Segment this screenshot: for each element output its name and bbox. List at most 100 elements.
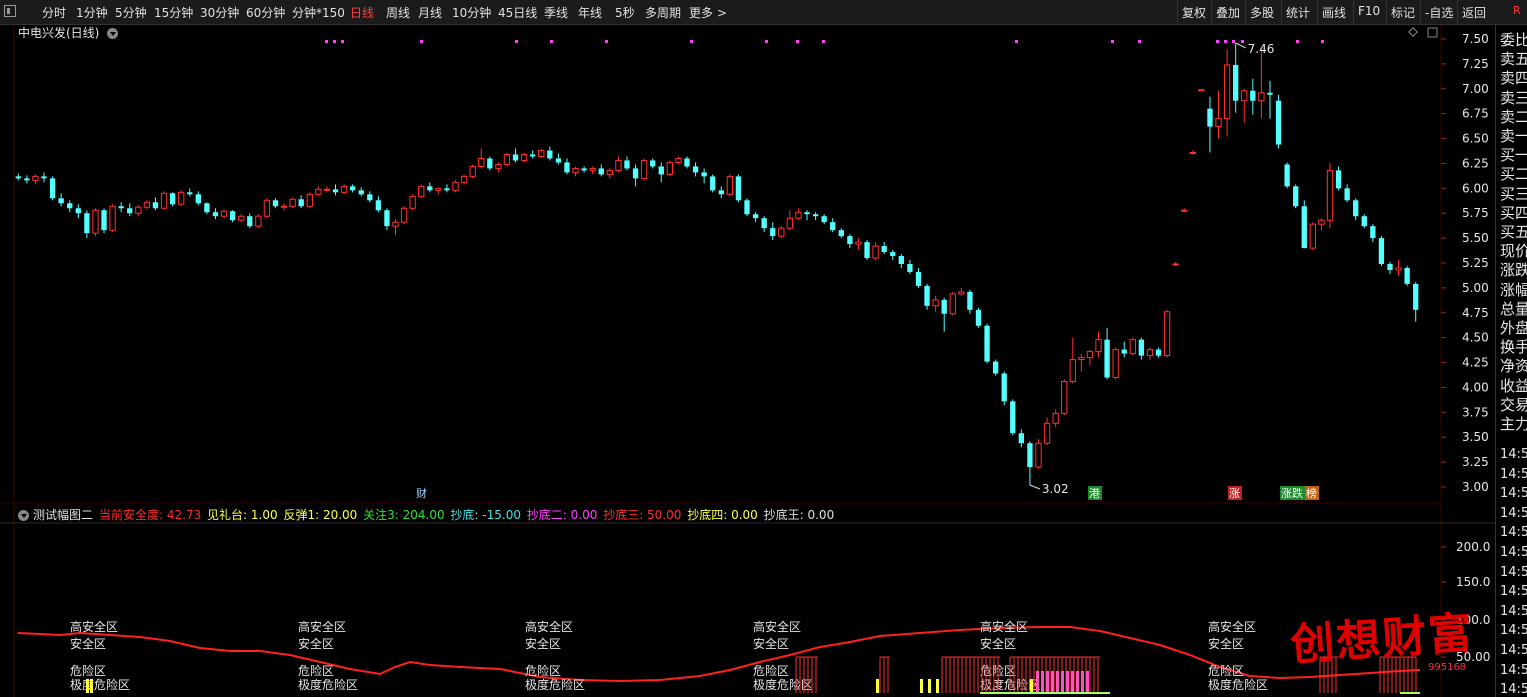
toolbar-separator xyxy=(1177,0,1178,24)
period-tab-11[interactable]: 45日线 xyxy=(498,4,537,21)
period-tab-13[interactable]: 年线 xyxy=(578,4,602,21)
candle-body-down xyxy=(247,216,253,227)
candle-body-down xyxy=(298,199,304,207)
tick-time-12: 14:5 xyxy=(1500,682,1527,697)
toolbar-button-0[interactable]: 复权 xyxy=(1182,4,1206,21)
signal-dot xyxy=(420,40,423,43)
candle-body-down xyxy=(367,194,373,201)
signal-dot xyxy=(1138,40,1141,43)
y-tick-label: 3.75 xyxy=(1462,405,1489,419)
candle-body-up xyxy=(615,159,622,171)
period-tab-3[interactable]: 15分钟 xyxy=(154,4,193,21)
candle-body-down xyxy=(349,186,356,191)
indicator-menu-icon[interactable] xyxy=(18,510,29,521)
signal-dot xyxy=(1015,40,1018,43)
signal-dot xyxy=(1241,40,1244,43)
candle-body-down xyxy=(487,158,493,169)
candle-body-up xyxy=(640,159,648,179)
toolbar-button-1[interactable]: 叠加 xyxy=(1216,4,1240,21)
window-icon[interactable] xyxy=(1427,27,1438,38)
candle-body-up xyxy=(1395,267,1402,271)
tick-time-7: 14:5 xyxy=(1500,584,1527,600)
period-tab-9[interactable]: 月线 xyxy=(418,4,442,21)
y-tick-label: 3.25 xyxy=(1462,455,1489,469)
period-tab-4[interactable]: 30分钟 xyxy=(200,4,239,21)
candle-body-up xyxy=(589,167,596,171)
candle-body-down xyxy=(24,178,30,181)
zone-label: 高安全区 xyxy=(753,619,801,634)
candle-body-down xyxy=(684,158,690,167)
candle-body-down xyxy=(1370,226,1376,239)
candle-body-up xyxy=(400,207,408,223)
candle-body-up xyxy=(1069,359,1076,382)
candle-body-up xyxy=(143,201,151,208)
period-tab-2[interactable]: 5分钟 xyxy=(115,4,147,21)
diamond-icon[interactable] xyxy=(1408,27,1418,37)
panel-toggle-icon[interactable] xyxy=(4,5,16,17)
candle-body-up xyxy=(460,175,468,183)
period-tab-10[interactable]: 10分钟 xyxy=(452,4,491,21)
toolbar-button-7[interactable]: -自选 xyxy=(1425,4,1453,21)
quote-label-20: 主力 xyxy=(1500,415,1527,433)
quote-label-13: 涨幅 xyxy=(1500,280,1527,299)
quote-label-14: 总量 xyxy=(1500,299,1527,318)
candle-body-down xyxy=(1233,64,1239,101)
tick-time-10: 14:5 xyxy=(1500,643,1527,658)
signal-dot xyxy=(765,40,768,43)
candle-body-up xyxy=(958,291,965,295)
quote-label-17: 净资 xyxy=(1500,357,1527,376)
toolbar-button-5[interactable]: F10 xyxy=(1358,4,1380,18)
candle-body-up xyxy=(949,293,956,315)
period-tab-15[interactable]: 多周期 xyxy=(645,4,681,21)
period-tab-16[interactable]: 更多 > xyxy=(689,4,727,21)
period-tab-14[interactable]: 5秒 xyxy=(615,4,635,21)
candle-body-down xyxy=(229,211,236,221)
period-tab-6[interactable]: 分钟*150 xyxy=(292,4,345,21)
signal-bar-magenta xyxy=(1086,671,1089,693)
zone-label: 危险区 xyxy=(753,663,789,678)
candle-body-down xyxy=(735,176,742,201)
candle-body-down xyxy=(984,325,990,362)
candle-body-down xyxy=(581,168,587,171)
toolbar-button-8[interactable]: 返回 xyxy=(1462,4,1486,21)
watermark-sub: 995168 xyxy=(1428,662,1467,673)
candle-body-down xyxy=(530,154,536,157)
toolbar-button-6[interactable]: 标记 xyxy=(1391,4,1415,21)
period-tab-7[interactable]: 日线 xyxy=(350,4,374,21)
signal-bar-yellow xyxy=(876,679,879,693)
indicator-value-2: 反弹1: 20.00 xyxy=(283,508,362,522)
candle-body-down xyxy=(272,200,279,207)
period-tab-5[interactable]: 60分钟 xyxy=(246,4,285,21)
period-tab-12[interactable]: 季线 xyxy=(544,4,568,21)
quote-label-6: 买一 xyxy=(1500,146,1527,165)
low-label: 3.02 xyxy=(1042,482,1069,496)
signal-bar-magenta xyxy=(1071,671,1074,693)
toolbar-button-4[interactable]: 画线 xyxy=(1322,4,1346,21)
toolbar-separator xyxy=(1353,0,1354,24)
signal-dot xyxy=(333,40,336,43)
candle-body-down xyxy=(821,216,827,223)
toolbar-button-2[interactable]: 多股 xyxy=(1250,4,1274,21)
candle-body-up xyxy=(1215,118,1222,128)
signal-bar-yellow xyxy=(1030,679,1033,693)
tick-time-9: 14:5 xyxy=(1500,623,1527,639)
candle-body-down xyxy=(1301,206,1307,249)
toolbar-button-3[interactable]: 统计 xyxy=(1286,4,1310,21)
chevron-down-icon[interactable] xyxy=(107,28,119,39)
period-tab-1[interactable]: 1分钟 xyxy=(76,4,108,21)
period-tab-0[interactable]: 分时 xyxy=(42,4,66,21)
quote-label-8: 买三 xyxy=(1500,184,1527,203)
signal-bar-magenta xyxy=(1036,671,1039,693)
period-tab-8[interactable]: 周线 xyxy=(386,4,410,21)
kline-chart[interactable]: 7.50 7.25 7.00 6.75 6.50 6.25 6.00 5.75 5.50 5.25… xyxy=(0,25,1495,697)
candle-body-down xyxy=(1018,433,1025,444)
zone-label: 高安全区 xyxy=(298,619,346,634)
candle-body-down xyxy=(838,230,844,237)
quote-label-9: 买四 xyxy=(1500,203,1527,222)
zone-label: 安全区 xyxy=(1208,636,1244,651)
quote-label-3: 卖三 xyxy=(1500,88,1527,107)
candle-body-up xyxy=(1043,422,1051,444)
candle-body-up xyxy=(495,163,502,169)
zone-label: 危险区 xyxy=(298,663,334,678)
quote-label-5: 卖一 xyxy=(1500,127,1527,145)
